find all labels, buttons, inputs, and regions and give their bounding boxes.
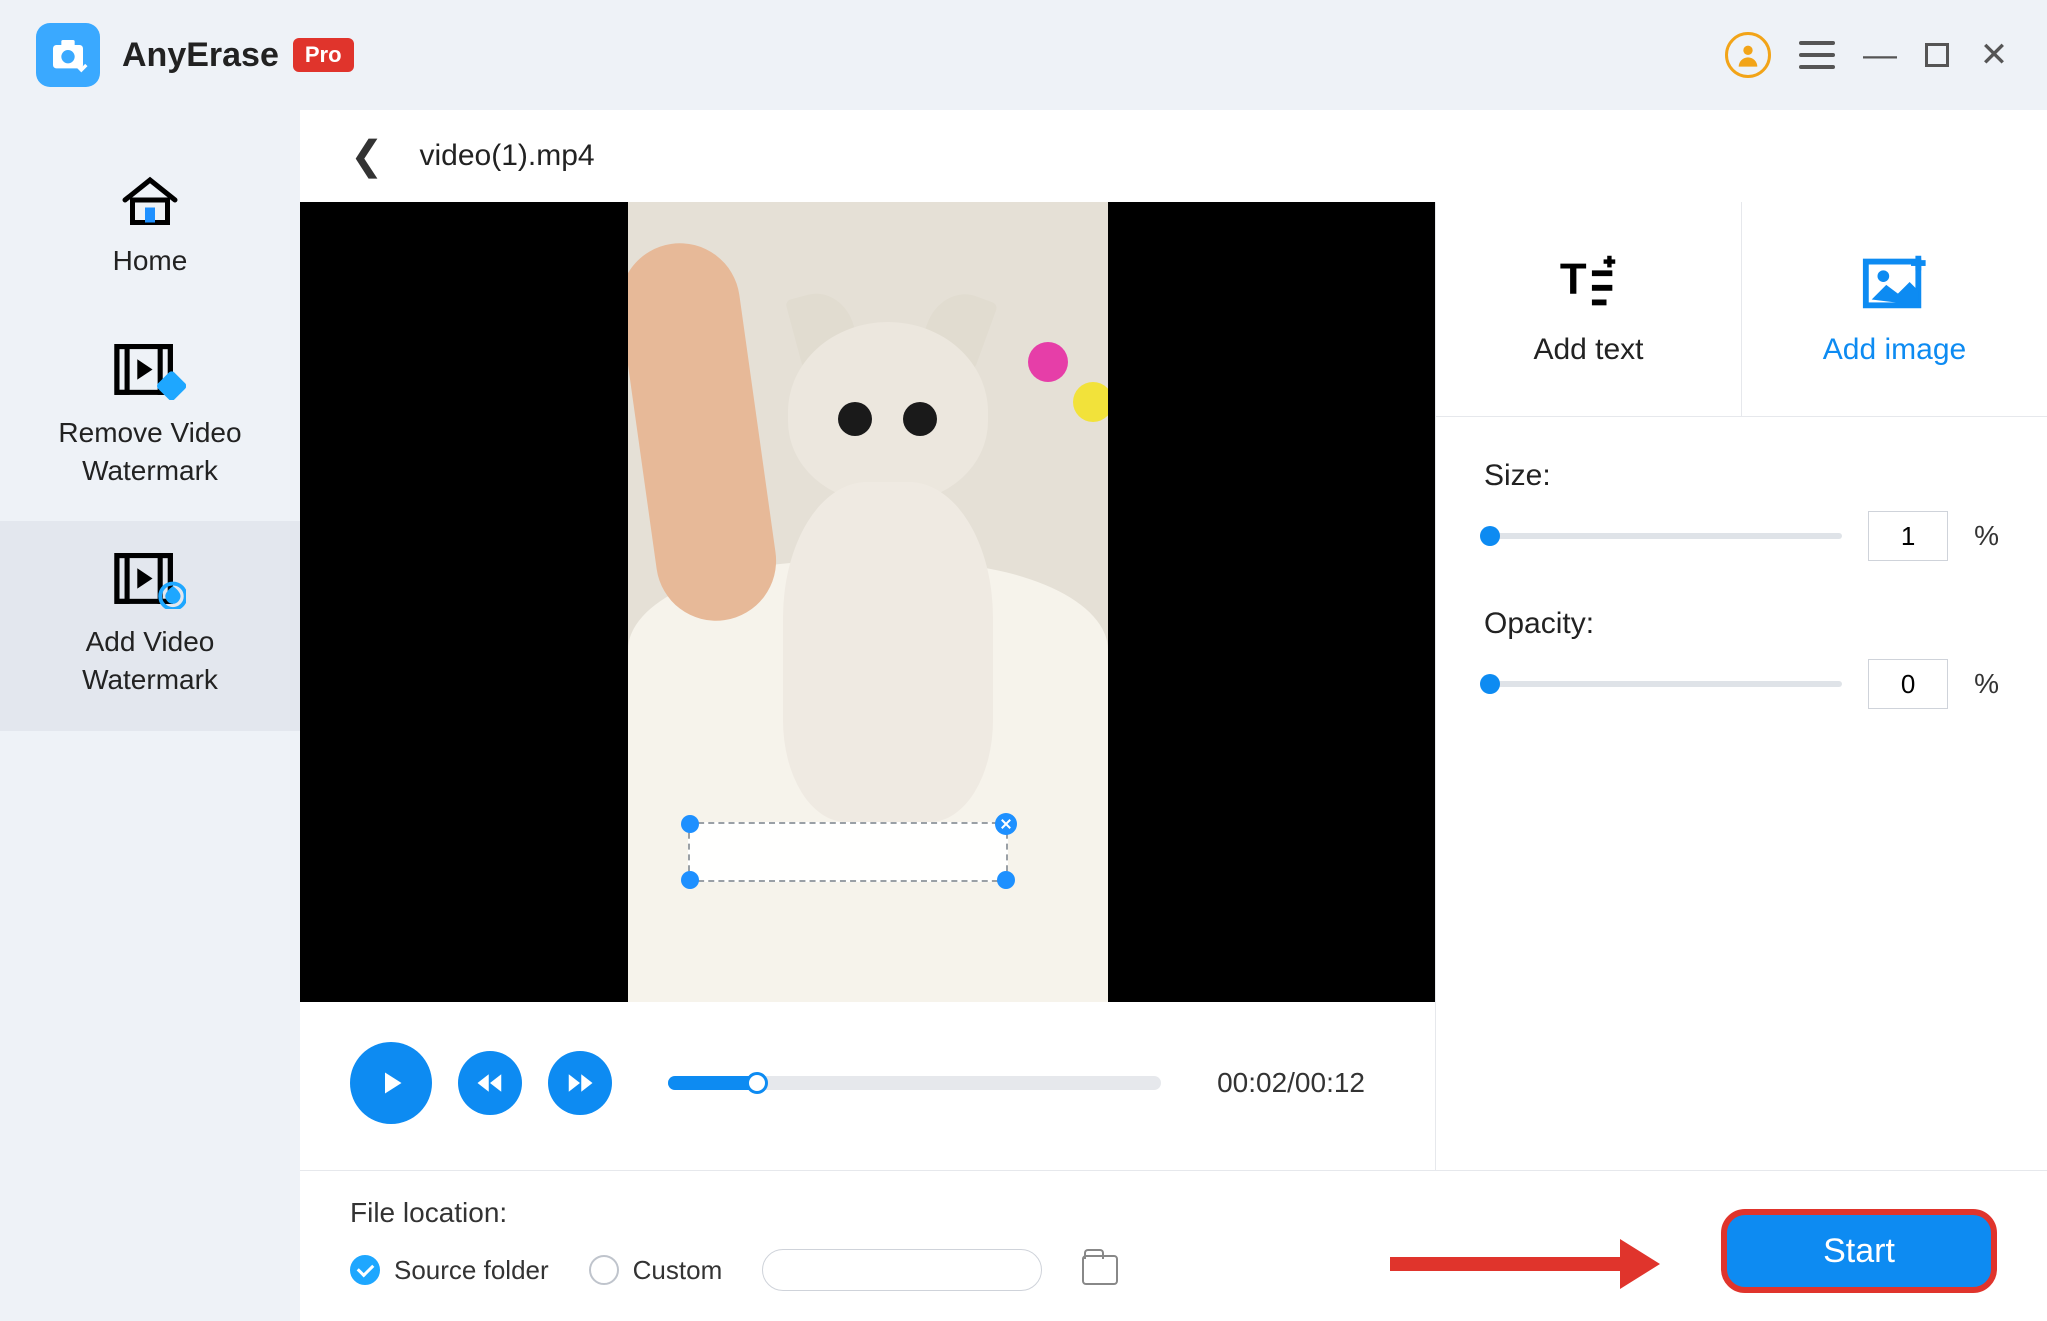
window-controls: — ✕ (1725, 32, 2011, 78)
side-panel: T Add text Add image Size: (1435, 202, 2047, 1170)
rewind-icon (475, 1068, 505, 1098)
app-title: AnyErase (122, 36, 279, 75)
tab-add-image[interactable]: Add image (1742, 202, 2047, 417)
filename-label: video(1).mp4 (420, 139, 595, 173)
opacity-unit: % (1974, 668, 1999, 700)
file-location-label: File location: (350, 1197, 1118, 1229)
menu-icon[interactable] (1799, 41, 1835, 69)
opacity-control: Opacity: 0 % (1484, 607, 1999, 709)
opacity-input[interactable]: 0 (1868, 659, 1948, 709)
remove-watermark-icon (114, 344, 186, 400)
progress-bar[interactable] (668, 1076, 1161, 1090)
user-icon[interactable] (1725, 32, 1771, 78)
size-slider-thumb[interactable] (1480, 526, 1500, 546)
nav-remove-watermark[interactable]: Remove Video Watermark (0, 312, 300, 522)
tool-tabs: T Add text Add image (1436, 202, 2047, 417)
pro-badge: Pro (293, 38, 354, 72)
video-column: 00:02/00:12 (300, 202, 1435, 1170)
camera-icon (48, 35, 88, 75)
nav-remove-label: Remove Video Watermark (58, 414, 241, 490)
tab-add-image-label: Add image (1823, 333, 1966, 367)
add-image-icon (1860, 251, 1930, 313)
resize-handle[interactable] (681, 871, 699, 889)
add-watermark-icon (114, 553, 186, 609)
app-logo (36, 23, 100, 87)
radio-source-folder[interactable]: Source folder (350, 1255, 549, 1286)
custom-path-input[interactable] (762, 1249, 1042, 1291)
tab-add-text[interactable]: T Add text (1436, 202, 1742, 417)
arrow-annotation (1390, 1257, 1630, 1271)
video-content (628, 202, 1108, 1002)
start-button-label: Start (1823, 1232, 1895, 1271)
file-location-row: File location: Source folder Custom (300, 1170, 2047, 1321)
opacity-slider-thumb[interactable] (1480, 674, 1500, 694)
home-icon (114, 172, 186, 228)
back-button[interactable]: ❮ (350, 133, 384, 179)
size-input[interactable]: 1 (1868, 511, 1948, 561)
resize-handle[interactable] (997, 871, 1015, 889)
watermark-selection[interactable] (688, 822, 1008, 882)
maximize-button[interactable] (1925, 43, 1949, 67)
video-preview[interactable] (300, 202, 1435, 1002)
play-icon (373, 1065, 409, 1101)
time-display: 00:02/00:12 (1217, 1067, 1365, 1099)
rewind-button[interactable] (458, 1051, 522, 1115)
play-button[interactable] (350, 1042, 432, 1124)
forward-icon (565, 1068, 595, 1098)
sidebar: Home Remove Video Watermark Add Video Wa… (0, 110, 300, 1321)
controls-area: Size: 1 % Opacity: (1436, 417, 2047, 751)
start-button[interactable]: Start (1721, 1209, 1997, 1293)
minimize-button[interactable]: — (1863, 36, 1897, 75)
add-text-icon: T (1554, 251, 1624, 313)
size-label: Size: (1484, 459, 1999, 493)
decor-ball (1028, 342, 1068, 382)
radio-source-label: Source folder (394, 1255, 549, 1286)
resize-handle[interactable] (681, 815, 699, 833)
nav-add-label: Add Video Watermark (82, 623, 218, 699)
radio-custom[interactable]: Custom (589, 1255, 723, 1286)
app-window: AnyErase Pro — ✕ Home (0, 0, 2047, 1321)
content-area: ❮ video(1).mp4 (300, 110, 2047, 1321)
close-button[interactable]: ✕ (1977, 35, 2011, 75)
size-control: Size: 1 % (1484, 459, 1999, 561)
radio-unchecked-icon (589, 1255, 619, 1285)
opacity-label: Opacity: (1484, 607, 1999, 641)
playback-bar: 00:02/00:12 (300, 1002, 1435, 1154)
opacity-slider[interactable] (1484, 681, 1842, 687)
titlebar: AnyErase Pro — ✕ (0, 0, 2047, 110)
tab-add-text-label: Add text (1533, 333, 1643, 367)
browse-folder-icon[interactable] (1082, 1255, 1118, 1285)
size-unit: % (1974, 520, 1999, 552)
nav-home-label: Home (113, 242, 188, 280)
progress-thumb[interactable] (746, 1072, 768, 1094)
decor-ball (1073, 382, 1108, 422)
svg-text:T: T (1559, 255, 1586, 304)
radio-custom-label: Custom (633, 1255, 723, 1286)
content-header: ❮ video(1).mp4 (300, 110, 2047, 202)
size-slider[interactable] (1484, 533, 1842, 539)
radio-checked-icon (350, 1255, 380, 1285)
nav-add-watermark[interactable]: Add Video Watermark (0, 521, 300, 731)
nav-home[interactable]: Home (0, 140, 300, 312)
forward-button[interactable] (548, 1051, 612, 1115)
progress-fill (668, 1076, 757, 1090)
close-selection-icon[interactable] (995, 813, 1017, 835)
